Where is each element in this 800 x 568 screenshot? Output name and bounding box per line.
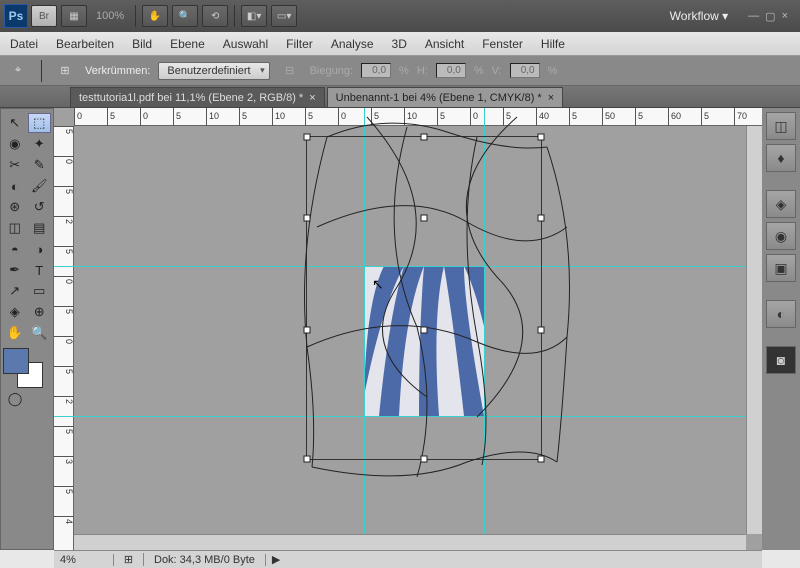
heal-tool[interactable]: ◐ [3, 176, 27, 196]
zoom-icon[interactable]: 🔍 [172, 5, 198, 27]
mask-tool[interactable]: ◯ [3, 389, 27, 409]
pen-tool[interactable]: ✒ [3, 260, 27, 280]
menu-analyse[interactable]: Analyse [331, 37, 374, 51]
toolbox: ↖⬚ ◉✦ ✂✎ ◐🖌 ⊛↺ ◫▤ ◓◑ ✒T ↗▭ ◈⊕ ✋🔍 ◯ [0, 108, 54, 550]
divider [135, 5, 136, 27]
zoom-tool[interactable]: 🔍 [28, 323, 52, 343]
cursor-icon: ↖ [372, 276, 384, 293]
scrollbar-vertical[interactable] [746, 126, 762, 534]
menu-filter[interactable]: Filter [286, 37, 313, 51]
zoom-display[interactable]: 100% [90, 10, 130, 22]
pct: % [399, 65, 409, 77]
title-bar: Ps Br ▦ 100% ✋ 🔍 ⟲ ◧▾ ▭▾ Workflow ▾ — ▢ … [0, 0, 800, 32]
menu-ebene[interactable]: Ebene [170, 37, 205, 51]
workspace-switcher[interactable]: Workflow ▾ [660, 5, 738, 27]
warp-bounding-box[interactable] [306, 136, 542, 460]
blur-tool[interactable]: ◓ [3, 239, 27, 259]
h-field[interactable]: 0,0 [436, 63, 466, 78]
menu-fenster[interactable]: Fenster [482, 37, 523, 51]
app-logo: Ps [4, 4, 28, 28]
options-bar: ⌖ ⊞ Verkrümmen: Benutzerdefiniert ⊟ Bieg… [0, 56, 800, 86]
h-label: H: [417, 65, 428, 77]
bridge-icon[interactable]: Br [31, 5, 57, 27]
lasso-tool[interactable]: ◉ [3, 134, 27, 154]
divider [41, 60, 42, 82]
tab-close-icon[interactable]: × [548, 92, 554, 104]
status-icon[interactable]: ⊞ [114, 553, 144, 566]
warp-label: Verkrümmen: [85, 65, 150, 77]
tab-close-icon[interactable]: × [309, 92, 315, 104]
canvas[interactable]: ↖ [74, 126, 746, 534]
divider [234, 5, 235, 27]
minimize-icon[interactable]: — [748, 10, 759, 23]
bend-field[interactable]: 0,0 [361, 63, 391, 78]
menu-hilfe[interactable]: Hilfe [541, 37, 565, 51]
restore-icon[interactable]: ▢ [765, 10, 775, 23]
nav-tool[interactable]: ⊕ [28, 302, 52, 322]
ruler-vertical[interactable]: 50525050525354 [54, 126, 74, 550]
color-swatch[interactable] [3, 348, 49, 388]
eyedropper-tool[interactable]: ✎ [28, 155, 52, 175]
camera-icon[interactable]: ◙ [766, 346, 796, 374]
3d-tool[interactable]: ◈ [3, 302, 27, 322]
menu-datei[interactable]: Datei [10, 37, 38, 51]
arrange-icon[interactable]: ◧▾ [241, 5, 267, 27]
adjustments-icon[interactable]: ◐ [766, 300, 796, 328]
tool-preset-icon[interactable]: ⌖ [6, 61, 30, 81]
panel-icon[interactable]: ♦ [766, 144, 796, 172]
canvas-area: 0505105105051050540550560570 50525050525… [54, 108, 762, 550]
move-tool[interactable]: ↖ [3, 113, 27, 133]
path-tool[interactable]: ↗ [3, 281, 27, 301]
warp-mesh [267, 108, 587, 507]
bend-label: Biegung: [310, 65, 353, 77]
scrollbar-horizontal[interactable] [74, 534, 746, 550]
gradient-tool[interactable]: ▤ [28, 218, 52, 238]
panel-icon[interactable]: ◫ [766, 112, 796, 140]
channels-icon[interactable]: ◉ [766, 222, 796, 250]
menu-auswahl[interactable]: Auswahl [223, 37, 268, 51]
status-bar: 4% ⊞ Dok: 34,3 MB/0 Byte ▶ [54, 550, 762, 568]
status-arrow-icon[interactable]: ▶ [266, 553, 286, 566]
eraser-tool[interactable]: ◫ [3, 218, 27, 238]
menu-bild[interactable]: Bild [132, 37, 152, 51]
paths-icon[interactable]: ▣ [766, 254, 796, 282]
crop-tool[interactable]: ✂ [3, 155, 27, 175]
tab-title: testtutoria1l.pdf bei 11,1% (Ebene 2, RG… [79, 92, 303, 104]
history-tool[interactable]: ↺ [28, 197, 52, 217]
menu-bearbeiten[interactable]: Bearbeiten [56, 37, 114, 51]
pct: % [548, 65, 558, 77]
menu-3d[interactable]: 3D [392, 37, 407, 51]
pct: % [474, 65, 484, 77]
hand-tool[interactable]: ✋ [3, 323, 27, 343]
orientation-icon[interactable]: ⊟ [278, 61, 302, 81]
tab-title: Unbenannt-1 bei 4% (Ebene 1, CMYK/8) * [336, 92, 542, 104]
layers-icon[interactable]: ◈ [766, 190, 796, 218]
dodge-tool[interactable]: ◑ [28, 239, 52, 259]
type-tool[interactable]: T [28, 260, 52, 280]
menu-bar: Datei Bearbeiten Bild Ebene Auswahl Filt… [0, 32, 800, 56]
hand-icon[interactable]: ✋ [142, 5, 168, 27]
rotate-icon[interactable]: ⟲ [202, 5, 228, 27]
film-icon[interactable]: ▦ [61, 5, 87, 27]
workspace: ↖⬚ ◉✦ ✂✎ ◐🖌 ⊛↺ ◫▤ ◓◑ ✒T ↗▭ ◈⊕ ✋🔍 ◯ 05051… [0, 108, 800, 550]
menu-ansicht[interactable]: Ansicht [425, 37, 464, 51]
document-tab[interactable]: Unbenannt-1 bei 4% (Ebene 1, CMYK/8) * × [327, 87, 564, 107]
status-zoom[interactable]: 4% [54, 554, 114, 566]
wand-tool[interactable]: ✦ [28, 134, 52, 154]
v-field[interactable]: 0,0 [510, 63, 540, 78]
screen-icon[interactable]: ▭▾ [271, 5, 297, 27]
marquee-tool[interactable]: ⬚ [28, 113, 52, 133]
warp-preset-dropdown[interactable]: Benutzerdefiniert [158, 62, 269, 80]
grid-icon[interactable]: ⊞ [53, 61, 77, 81]
document-tab[interactable]: testtutoria1l.pdf bei 11,1% (Ebene 2, RG… [70, 87, 325, 107]
v-label: V: [492, 65, 502, 77]
stamp-tool[interactable]: ⊛ [3, 197, 27, 217]
close-icon[interactable]: × [782, 10, 788, 23]
shape-tool[interactable]: ▭ [28, 281, 52, 301]
document-tabs: testtutoria1l.pdf bei 11,1% (Ebene 2, RG… [0, 86, 800, 108]
right-panel-dock: ◫ ♦ ◈ ◉ ▣ ◐ ◙ [762, 108, 800, 550]
brush-tool[interactable]: 🖌 [28, 176, 52, 196]
status-doc-info[interactable]: Dok: 34,3 MB/0 Byte [144, 554, 266, 566]
window-controls: — ▢ × [740, 10, 796, 23]
